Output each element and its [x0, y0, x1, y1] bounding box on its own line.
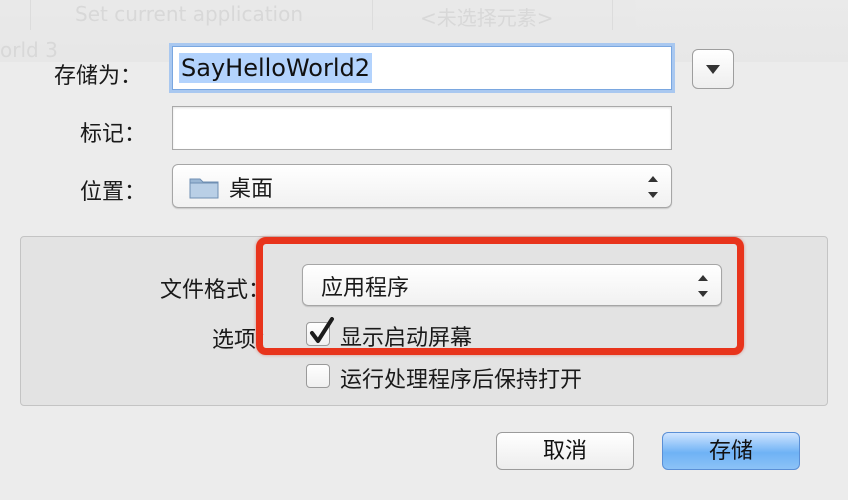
folder-icon [189, 178, 219, 199]
show-startup-screen-checkbox[interactable] [306, 317, 334, 346]
background-text: Set current application [75, 2, 304, 26]
tags-label: 标记： [80, 122, 147, 147]
file-format-value: 应用程序 [321, 276, 410, 301]
cancel-button[interactable]: 取消 [496, 432, 634, 470]
stay-open-checkbox[interactable] [306, 364, 330, 388]
background-text: orld 3 [0, 38, 58, 62]
save-button[interactable]: 存储 [662, 432, 800, 470]
chevron-down-icon [706, 65, 720, 74]
file-format-popup[interactable]: 应用程序 [302, 264, 722, 306]
save-as-value: SayHelloWorld2 [179, 53, 373, 83]
location-value: 桌面 [229, 177, 274, 202]
background-text: <未选择元素> [420, 6, 554, 30]
stay-open-label: 运行处理程序后保持打开 [340, 368, 583, 393]
options-label: 选项： [212, 328, 279, 353]
save-as-label: 存储为： [54, 64, 143, 89]
toolbar-separator [612, 0, 613, 30]
toolbar-separator [372, 0, 373, 30]
expand-dialog-button[interactable] [692, 49, 734, 89]
toolbar-separator [30, 0, 31, 30]
show-startup-screen-label: 显示启动屏幕 [340, 326, 473, 351]
updown-arrows-icon [647, 176, 659, 198]
location-popup[interactable]: 桌面 [172, 164, 672, 208]
tags-input[interactable] [172, 106, 672, 150]
file-format-label: 文件格式： [160, 278, 271, 303]
checkmark-icon [310, 317, 334, 343]
updown-arrows-icon [697, 275, 709, 297]
save-as-input[interactable]: SayHelloWorld2 [172, 46, 672, 90]
location-label: 位置： [80, 180, 147, 205]
